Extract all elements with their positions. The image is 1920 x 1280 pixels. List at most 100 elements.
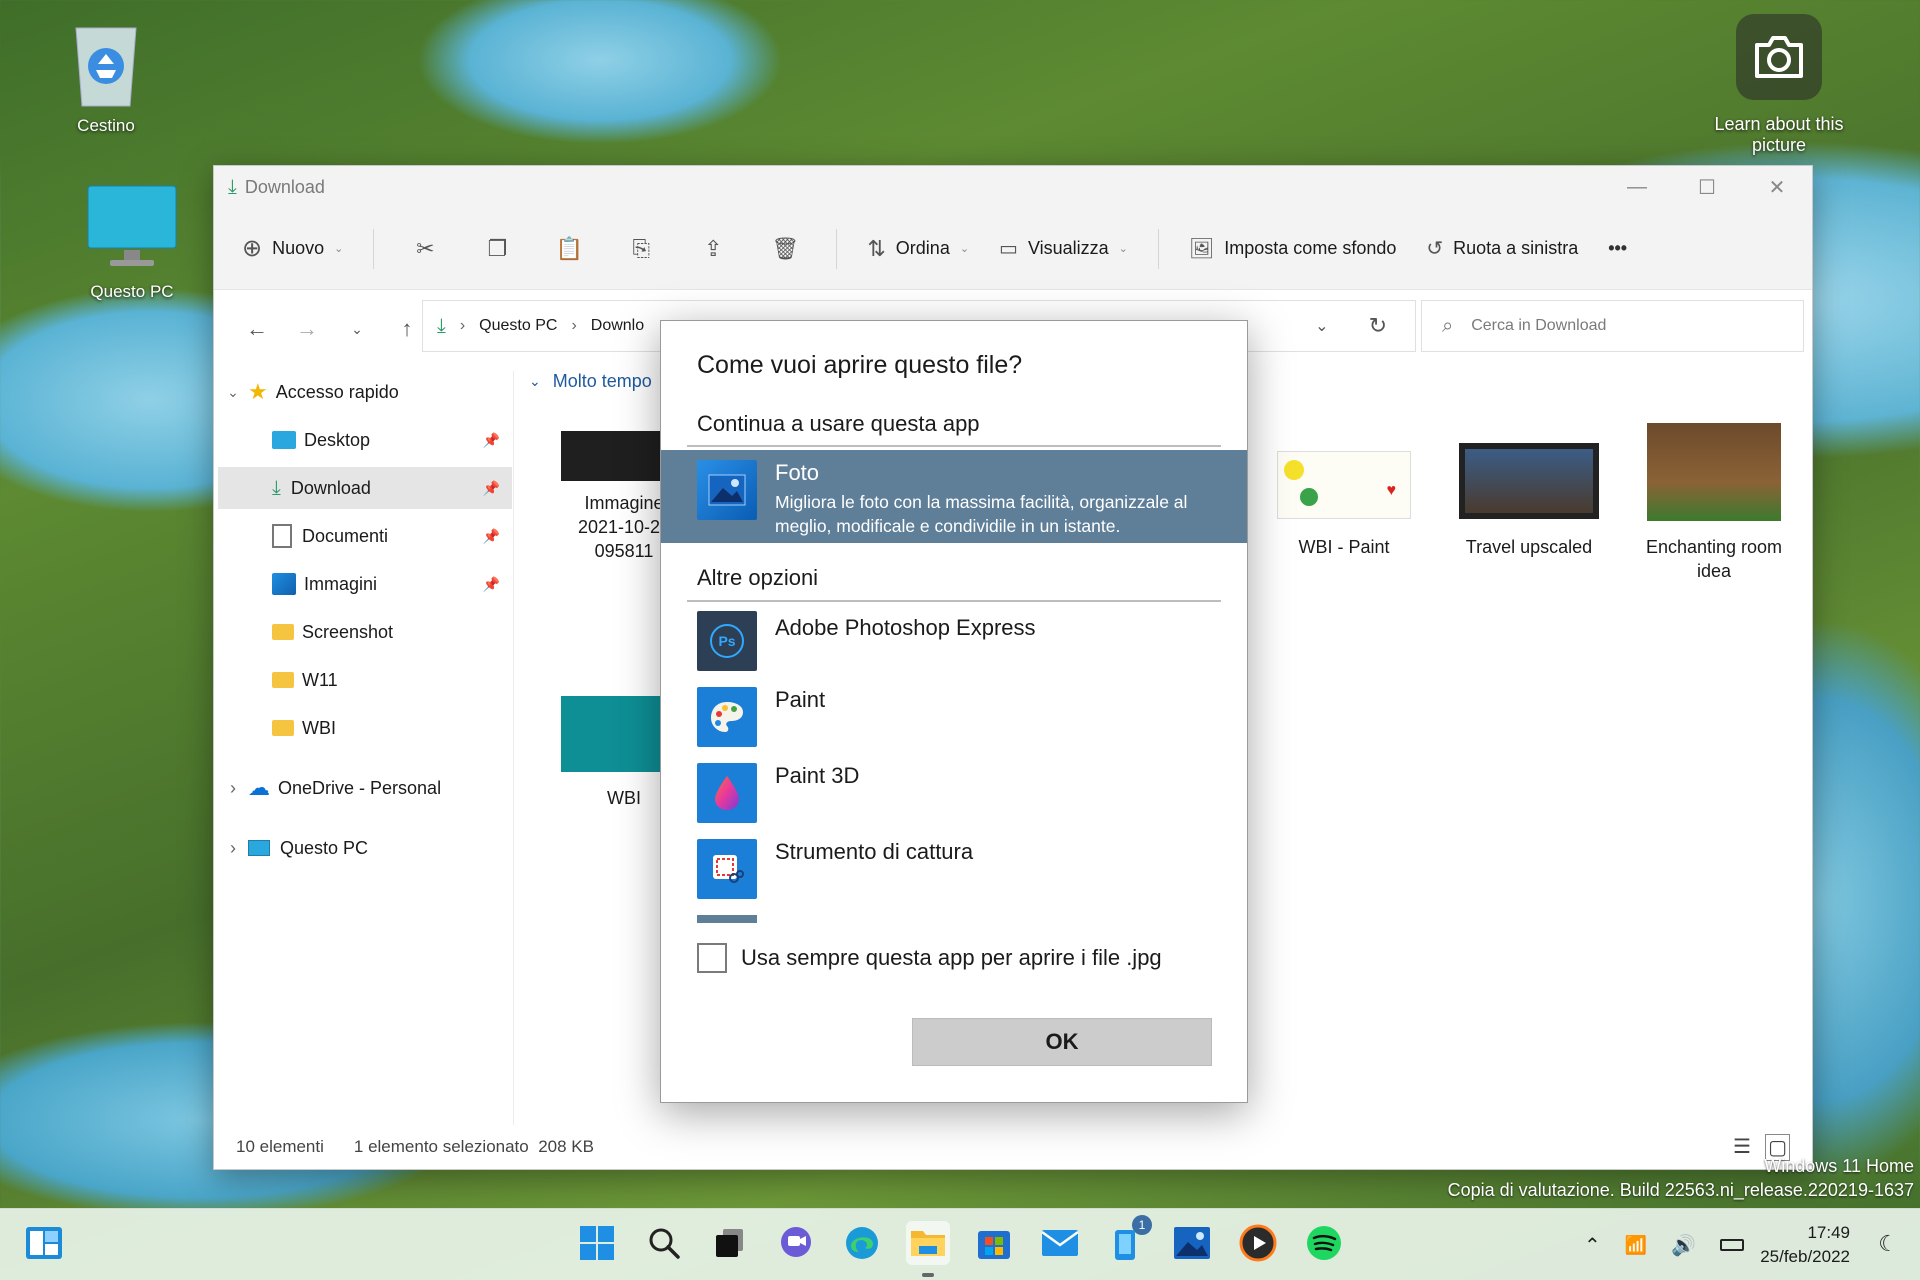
- sidebar-item-quick-access[interactable]: ⌄ ★ Accesso rapido: [218, 371, 512, 413]
- desktop-icon-recycle-bin[interactable]: Cestino: [46, 20, 166, 136]
- photos-icon[interactable]: [1170, 1221, 1214, 1265]
- delete-icon[interactable]: 🗑: [764, 236, 806, 262]
- address-history-chevron-icon[interactable]: ⌄: [1315, 316, 1328, 336]
- rotate-left-button[interactable]: ↺ Ruota a sinistra: [1426, 236, 1578, 261]
- desktop-icon-label: Questo PC: [90, 282, 174, 301]
- learn-about-picture[interactable]: Learn about this picture: [1704, 14, 1854, 156]
- maximize-button[interactable]: ☐: [1672, 166, 1742, 208]
- app-name: Strumento di cattura: [775, 839, 974, 864]
- moon-icon[interactable]: ☾: [1878, 1231, 1898, 1257]
- share-icon[interactable]: ⇪: [692, 236, 734, 262]
- sidebar-item-w11[interactable]: W11: [218, 659, 512, 701]
- sidebar-item-wbi[interactable]: WBI: [218, 707, 512, 749]
- set-background-button[interactable]: 🖼 Imposta come sfondo: [1189, 236, 1396, 261]
- app-option-paint-3d[interactable]: Paint 3D: [661, 763, 1247, 831]
- view-button[interactable]: ▭ Visualizza ⌄: [999, 236, 1128, 261]
- sidebar-item-label: Download: [290, 477, 371, 498]
- breadcrumb-separator-icon: ›: [459, 317, 466, 334]
- edge-icon[interactable]: [840, 1221, 884, 1265]
- ok-button[interactable]: OK: [912, 1018, 1212, 1066]
- group-header-label: Molto tempo: [552, 371, 652, 391]
- sidebar-item-screenshot[interactable]: Screenshot: [218, 611, 512, 653]
- spotify-icon[interactable]: [1302, 1221, 1346, 1265]
- breadcrumb-this-pc[interactable]: Questo PC: [479, 317, 557, 335]
- media-player-icon[interactable]: [1236, 1221, 1280, 1265]
- search-placeholder: Cerca in Download: [1471, 317, 1607, 334]
- view-icon: ▭: [999, 238, 1018, 260]
- app-name: Foto: [775, 460, 820, 485]
- more-icon: •••: [1608, 238, 1628, 258]
- download-icon: ⤓: [437, 314, 446, 337]
- status-bar: 10 elementi 1 elemento selezionato 208 K…: [214, 1125, 1812, 1169]
- sidebar-item-label: Desktop: [304, 429, 371, 450]
- open-with-dialog: Come vuoi aprire questo file? Continua a…: [660, 320, 1248, 1103]
- more-options-button[interactable]: •••: [1608, 238, 1627, 259]
- pin-icon[interactable]: 📌: [483, 528, 500, 545]
- chevron-up-icon[interactable]: ⌃: [1584, 1233, 1601, 1258]
- chat-icon[interactable]: [774, 1221, 818, 1265]
- file-item[interactable]: Travel upscaled: [1454, 443, 1604, 573]
- file-item[interactable]: Enchanting room idea: [1634, 423, 1794, 583]
- app-option-partial[interactable]: [697, 915, 1207, 923]
- watermark-build: Copia di valutazione. Build 22563.ni_rel…: [1447, 1180, 1914, 1200]
- sort-button[interactable]: ⇅ Ordina ⌄: [867, 236, 969, 262]
- active-app-indicator: [922, 1273, 934, 1277]
- minimize-button[interactable]: —: [1602, 166, 1672, 208]
- wifi-icon[interactable]: 📶: [1625, 1235, 1647, 1256]
- start-icon[interactable]: [575, 1221, 619, 1265]
- sidebar-item-onedrive[interactable]: › ☁ OneDrive - Personal: [218, 767, 512, 809]
- forward-arrow-icon[interactable]: →: [282, 316, 332, 342]
- sidebar-item-pictures[interactable]: Immagini 📌: [218, 563, 512, 605]
- sidebar-item-label: Questo PC: [280, 837, 369, 858]
- app-option-snipping-tool[interactable]: Strumento di cattura: [661, 839, 1247, 907]
- app-option-foto[interactable]: Foto Migliora le foto con la massima fac…: [661, 450, 1247, 543]
- file-explorer-icon[interactable]: [906, 1221, 950, 1265]
- sidebar-item-documents[interactable]: Documenti 📌: [218, 515, 512, 557]
- download-icon: ⤓: [228, 175, 237, 198]
- refresh-icon[interactable]: ↻: [1369, 313, 1387, 339]
- phone-link-icon[interactable]: 1: [1104, 1215, 1152, 1265]
- sidebar-item-this-pc[interactable]: › Questo PC: [218, 827, 512, 869]
- file-thumbnail: [1459, 443, 1599, 519]
- always-use-label[interactable]: Usa sempre questa app per aprire i file …: [741, 945, 1162, 971]
- search-icon[interactable]: [642, 1221, 686, 1265]
- divider: [687, 445, 1221, 447]
- cut-icon[interactable]: ✂: [404, 236, 446, 262]
- sidebar-item-download[interactable]: ⤓ Download 📌: [218, 467, 512, 509]
- recent-locations-chevron-icon[interactable]: ⌄: [332, 321, 382, 338]
- always-use-checkbox[interactable]: [697, 943, 727, 973]
- new-button[interactable]: ⊕ Nuovo ⌄: [242, 234, 343, 263]
- divider: [687, 600, 1221, 602]
- sort-icon: ⇅: [867, 235, 886, 261]
- back-arrow-icon[interactable]: ←: [232, 316, 282, 342]
- file-thumbnail: ♥: [1277, 451, 1411, 519]
- pin-icon[interactable]: 📌: [483, 576, 500, 593]
- battery-icon[interactable]: [1720, 1239, 1745, 1251]
- pin-icon[interactable]: 📌: [483, 432, 500, 449]
- pin-icon[interactable]: 📌: [483, 480, 500, 497]
- folder-icon: [272, 624, 294, 640]
- group-header[interactable]: ⌄ Molto tempo: [529, 371, 652, 392]
- app-option-paint[interactable]: Paint: [661, 687, 1247, 755]
- search-box[interactable]: ⌕ Cerca in Download: [1421, 300, 1804, 352]
- clock[interactable]: 17:49 25/feb/2022: [1760, 1221, 1850, 1269]
- breadcrumb-download[interactable]: Downlo: [591, 317, 644, 335]
- rename-icon[interactable]: ⎘: [620, 236, 662, 262]
- file-item[interactable]: ♥ WBI - Paint: [1269, 451, 1419, 571]
- volume-icon[interactable]: 🔊: [1671, 1233, 1696, 1258]
- title-bar[interactable]: ⤓ Download: [214, 166, 1812, 208]
- app-option-photoshop-express[interactable]: Ps Adobe Photoshop Express: [661, 611, 1247, 679]
- close-button[interactable]: ✕: [1742, 166, 1812, 208]
- mail-icon[interactable]: [1038, 1221, 1082, 1265]
- microsoft-store-icon[interactable]: [972, 1221, 1016, 1265]
- paste-icon[interactable]: 📋: [548, 236, 590, 262]
- sidebar-item-desktop[interactable]: Desktop 📌: [218, 419, 512, 461]
- desktop-icon-this-pc[interactable]: Questo PC: [72, 180, 192, 302]
- task-view-icon[interactable]: [708, 1221, 752, 1265]
- widgets-icon[interactable]: [22, 1221, 66, 1265]
- chevron-down-icon: ⌄: [959, 243, 970, 255]
- details-view-icon[interactable]: ☰: [1733, 1134, 1751, 1161]
- copy-icon[interactable]: ❐: [476, 236, 518, 262]
- command-bar: ⊕ Nuovo ⌄ ✂ ❐ 📋 ⎘ ⇪ 🗑 ⇅ Ordina ⌄ ▭ Visua…: [214, 208, 1812, 290]
- camera-icon: [1736, 14, 1822, 100]
